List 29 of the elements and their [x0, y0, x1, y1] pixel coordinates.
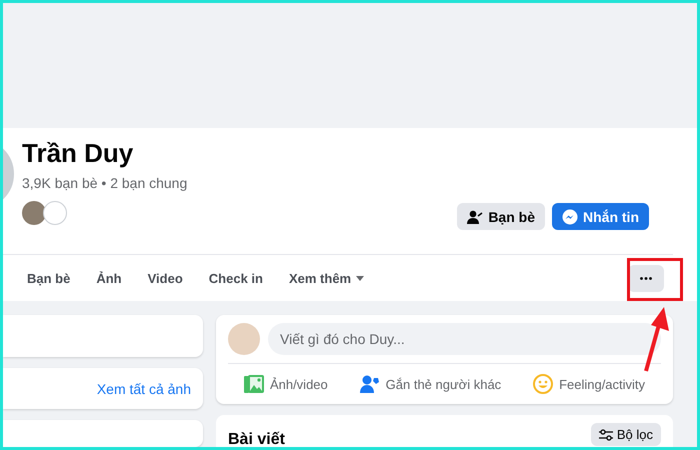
person-icon: [467, 210, 484, 224]
post-input[interactable]: Viết gì đó cho Duy...: [268, 323, 661, 355]
profile-tab[interactable]: Ảnh: [83, 255, 135, 301]
profile-tab[interactable]: Video: [134, 255, 196, 301]
feeling-activity-button[interactable]: Feeling/activity: [527, 370, 652, 398]
photo-icon: [244, 375, 264, 393]
profile-tab[interactable]: Xem thêm: [276, 255, 378, 301]
tag-people-button[interactable]: Gắn thẻ người khác: [354, 370, 508, 398]
filter-button[interactable]: Bộ lọc: [590, 423, 661, 446]
messenger-icon: [562, 208, 578, 224]
friend-stats: 3,9K bạn bè • 2 bạn chung: [22, 175, 188, 191]
profile-name: Trần Duy: [22, 138, 134, 169]
see-all-photos-link[interactable]: Xem tất cả ảnh: [96, 380, 191, 397]
profile-tab[interactable]: Check in: [196, 255, 276, 301]
more-options-button[interactable]: [628, 264, 664, 292]
user-avatar: [228, 323, 260, 355]
sliders-icon: [598, 428, 613, 440]
more-dots-icon: [640, 276, 652, 280]
friend-avatar[interactable]: [22, 201, 46, 225]
smiley-icon: [533, 374, 554, 394]
caret-icon: [356, 276, 364, 280]
posts-title: Bài viết: [228, 431, 285, 447]
profile-tab[interactable]: Bạn bè: [14, 255, 84, 301]
message-button[interactable]: Nhắn tin: [552, 203, 649, 230]
photo-video-button[interactable]: Ảnh/video: [238, 370, 334, 398]
friends-button[interactable]: Bạn bè: [457, 203, 545, 230]
pointer-arrow: [644, 307, 669, 372]
highlight-frame: [627, 258, 683, 301]
person-tag-icon: [360, 375, 380, 393]
